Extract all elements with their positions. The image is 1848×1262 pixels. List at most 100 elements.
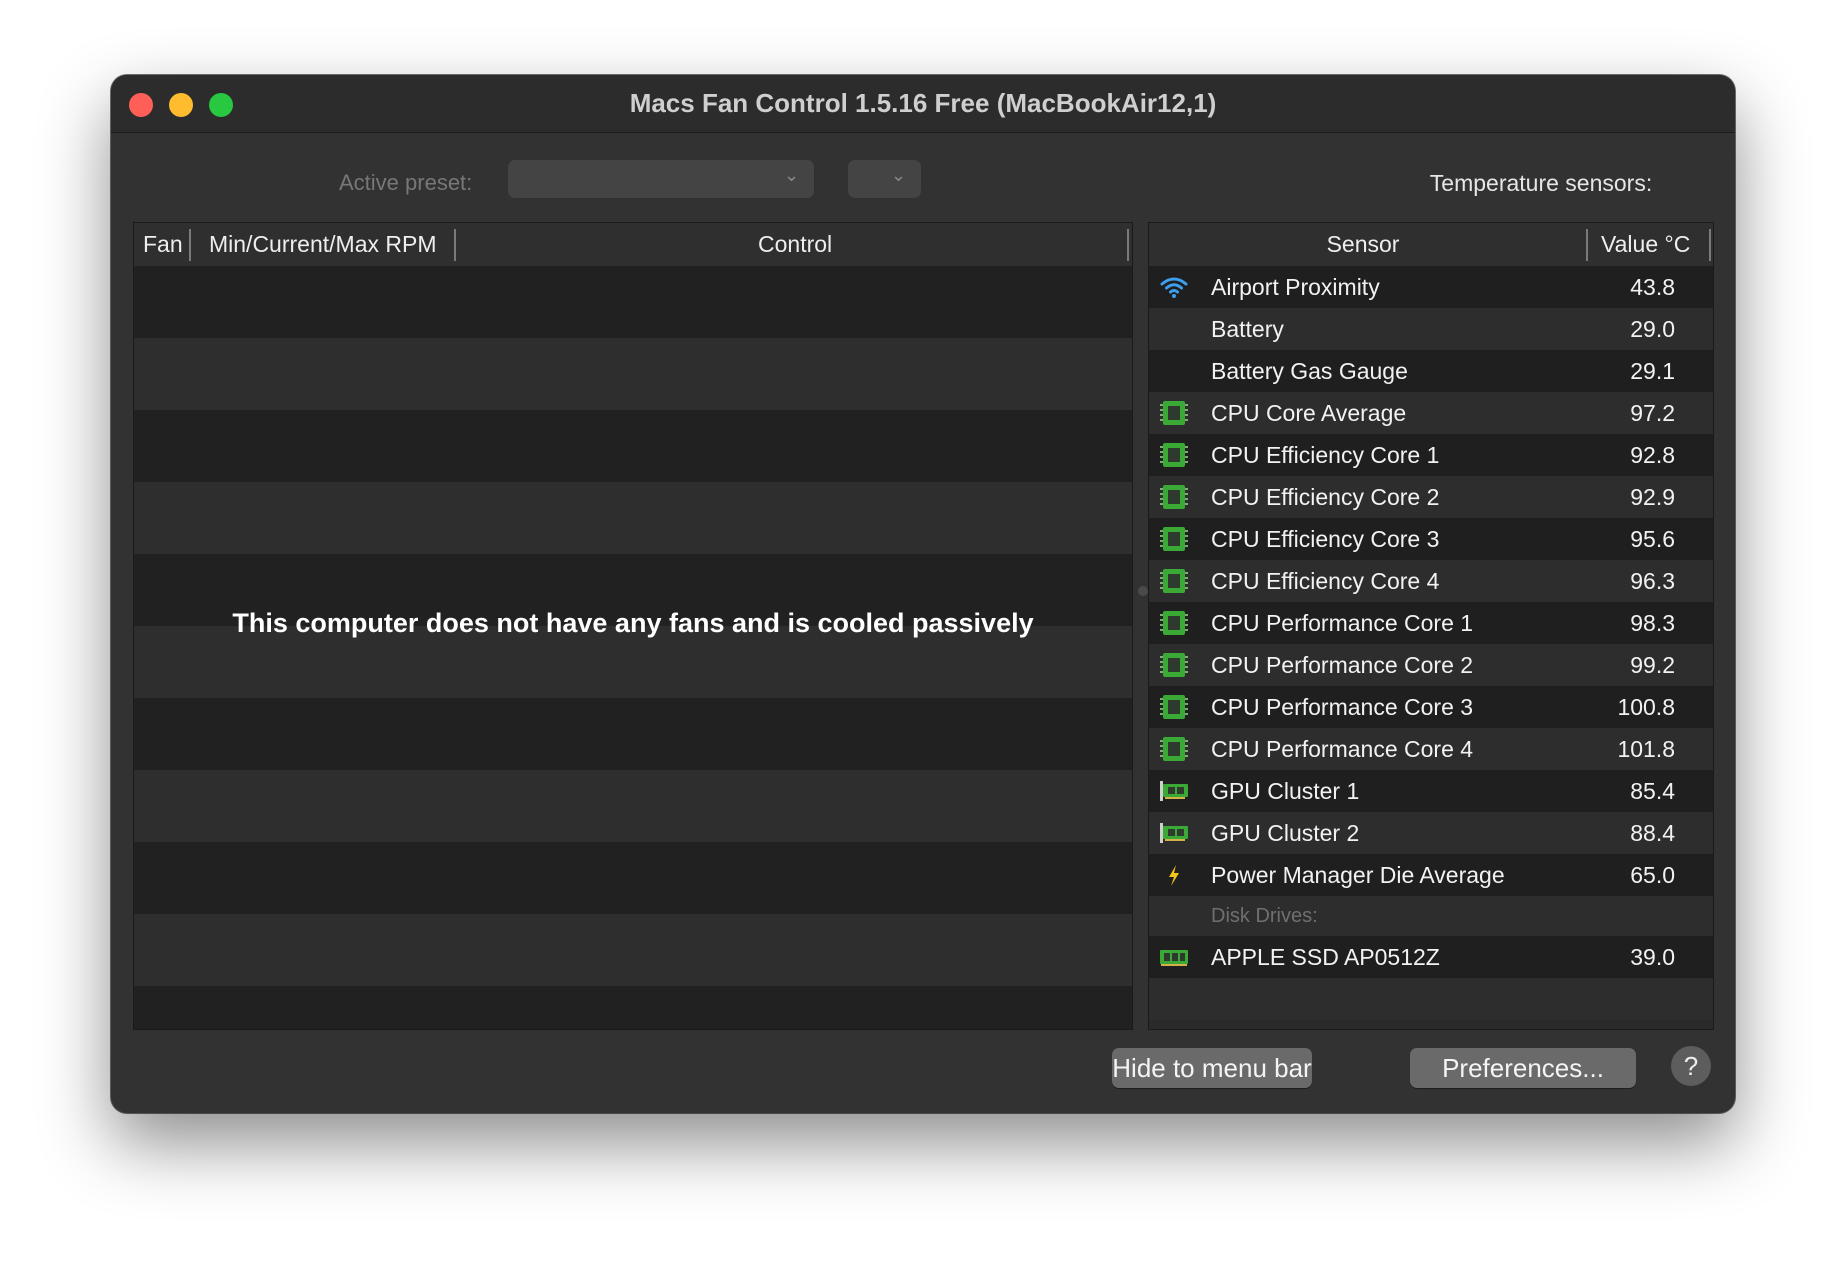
preset-actions-select[interactable]: ⌄ bbox=[848, 160, 921, 198]
sensor-value: 85.4 bbox=[1630, 778, 1675, 804]
temperature-sensors-caption: Temperature sensors: bbox=[1429, 170, 1653, 196]
column-header-rpm[interactable]: Min/Current/Max RPM bbox=[209, 231, 436, 258]
cpu-chip-icon bbox=[1159, 483, 1189, 511]
cpu-chip-icon bbox=[1159, 441, 1189, 469]
sensor-value: 98.3 bbox=[1630, 610, 1675, 636]
sensor-row[interactable]: APPLE SSD AP0512Z 39.0 bbox=[1149, 936, 1713, 978]
fan-table-row bbox=[134, 266, 1132, 338]
sensor-row[interactable]: Battery Gas Gauge 29.1 bbox=[1149, 350, 1713, 392]
sensor-value: 92.9 bbox=[1630, 484, 1675, 510]
gpu-card-icon bbox=[1159, 777, 1189, 805]
sensor-row[interactable]: CPU Performance Core 2 99.2 bbox=[1149, 644, 1713, 686]
sensor-value: 92.8 bbox=[1630, 442, 1675, 468]
column-divider[interactable] bbox=[1709, 229, 1711, 261]
sensor-row[interactable]: GPU Cluster 1 85.4 bbox=[1149, 770, 1713, 812]
wifi-icon bbox=[1159, 273, 1189, 301]
cpu-chip-icon bbox=[1159, 399, 1189, 427]
sensor-name: CPU Performance Core 4 bbox=[1211, 736, 1474, 762]
disk-drives-label: Disk Drives: bbox=[1211, 905, 1318, 927]
sensor-row[interactable]: Airport Proximity 43.8 bbox=[1149, 266, 1713, 308]
fan-table: Fan Min/Current/Max RPM Control This com… bbox=[133, 222, 1133, 1030]
sensor-value: 29.0 bbox=[1630, 316, 1675, 342]
cpu-chip-icon bbox=[1159, 567, 1189, 595]
sensor-name: Power Manager Die Average bbox=[1211, 862, 1505, 888]
active-preset-select[interactable]: ⌄ bbox=[508, 160, 814, 198]
sensor-row[interactable]: CPU Performance Core 3 100.8 bbox=[1149, 686, 1713, 728]
sensor-row[interactable]: CPU Efficiency Core 2 92.9 bbox=[1149, 476, 1713, 518]
sensor-value: 65.0 bbox=[1630, 862, 1675, 888]
no-fans-message: This computer does not have any fans and… bbox=[232, 608, 1034, 638]
cpu-chip-icon bbox=[1159, 651, 1189, 679]
ssd-drive-icon bbox=[1159, 943, 1189, 971]
sensor-name: CPU Core Average bbox=[1211, 400, 1407, 426]
chevron-down-icon: ⌄ bbox=[784, 165, 800, 185]
preferences-button[interactable]: Preferences... bbox=[1410, 1048, 1636, 1088]
sensor-name: APPLE SSD AP0512Z bbox=[1211, 944, 1440, 970]
fan-table-header: Fan Min/Current/Max RPM Control bbox=[134, 223, 1132, 267]
sensor-name: GPU Cluster 1 bbox=[1211, 778, 1360, 804]
chevron-down-icon: ⌄ bbox=[891, 165, 907, 185]
column-divider[interactable] bbox=[1127, 229, 1129, 261]
sensor-row[interactable]: CPU Performance Core 1 98.3 bbox=[1149, 602, 1713, 644]
cpu-chip-icon bbox=[1159, 693, 1189, 721]
cpu-chip-icon bbox=[1159, 609, 1189, 637]
fan-table-row bbox=[134, 770, 1132, 842]
sensor-row[interactable]: CPU Efficiency Core 1 92.8 bbox=[1149, 434, 1713, 476]
sensor-value: 88.4 bbox=[1630, 820, 1675, 846]
fan-table-body bbox=[134, 266, 1132, 1029]
column-header-fan[interactable]: Fan bbox=[143, 231, 183, 258]
sensor-name: GPU Cluster 2 bbox=[1211, 820, 1360, 846]
sensor-value: 100.8 bbox=[1617, 694, 1675, 720]
sensor-list: Airport Proximity 43.8 Battery 29.0 Battery … bbox=[1149, 266, 1713, 1020]
sensor-row-empty bbox=[1149, 978, 1713, 1020]
sensor-name: CPU Efficiency Core 4 bbox=[1211, 568, 1440, 594]
sensor-name: CPU Performance Core 2 bbox=[1211, 652, 1474, 678]
fan-table-row bbox=[134, 698, 1132, 770]
fan-table-row bbox=[134, 338, 1132, 410]
app-window: Macs Fan Control 1.5.16 Free (MacBookAir… bbox=[111, 75, 1735, 1113]
window-title: Macs Fan Control 1.5.16 Free (MacBookAir… bbox=[629, 88, 1217, 118]
sensor-row[interactable]: CPU Efficiency Core 3 95.6 bbox=[1149, 518, 1713, 560]
column-header-value[interactable]: Value °C bbox=[1601, 231, 1690, 258]
sensor-row[interactable]: Battery 29.0 bbox=[1149, 308, 1713, 350]
sensor-table: Sensor Value °C Airport Proximity 43.8 Bat… bbox=[1148, 222, 1714, 1030]
hide-to-menu-bar-button[interactable]: Hide to menu bar bbox=[1112, 1048, 1312, 1088]
active-preset-label: Active preset: bbox=[339, 170, 473, 195]
sensor-name: Battery Gas Gauge bbox=[1211, 358, 1408, 384]
gpu-card-icon bbox=[1159, 819, 1189, 847]
sensor-value: 95.6 bbox=[1630, 526, 1675, 552]
sensor-value: 97.2 bbox=[1630, 400, 1675, 426]
sensor-value: 96.3 bbox=[1630, 568, 1675, 594]
help-button[interactable]: ? bbox=[1671, 1046, 1711, 1086]
sensor-value: 39.0 bbox=[1630, 944, 1675, 970]
fan-table-row bbox=[134, 410, 1132, 482]
sensor-row[interactable]: GPU Cluster 2 88.4 bbox=[1149, 812, 1713, 854]
sensor-row[interactable]: CPU Efficiency Core 4 96.3 bbox=[1149, 560, 1713, 602]
fan-table-row bbox=[134, 986, 1132, 1029]
sensor-name: Airport Proximity bbox=[1211, 274, 1380, 300]
sensor-table-header: Sensor Value °C bbox=[1149, 223, 1713, 267]
pane-splitter-handle[interactable] bbox=[1138, 586, 1148, 596]
sensor-value: 101.8 bbox=[1617, 736, 1675, 762]
sensor-name: CPU Efficiency Core 3 bbox=[1211, 526, 1440, 552]
sensor-name: Battery bbox=[1211, 316, 1284, 342]
sensor-row[interactable]: Power Manager Die Average 65.0 bbox=[1149, 854, 1713, 896]
sensor-value: 99.2 bbox=[1630, 652, 1675, 678]
disk-drives-section: Disk Drives: bbox=[1149, 896, 1713, 936]
cpu-chip-icon bbox=[1159, 525, 1189, 553]
column-header-control[interactable]: Control bbox=[758, 231, 832, 258]
column-divider[interactable] bbox=[1586, 229, 1588, 261]
sensor-name: CPU Efficiency Core 2 bbox=[1211, 484, 1440, 510]
sensor-row[interactable]: CPU Core Average 97.2 bbox=[1149, 392, 1713, 434]
lightning-icon bbox=[1159, 861, 1189, 889]
column-divider[interactable] bbox=[189, 229, 191, 261]
sensor-name: CPU Efficiency Core 1 bbox=[1211, 442, 1440, 468]
sensor-row[interactable]: CPU Performance Core 4 101.8 bbox=[1149, 728, 1713, 770]
fan-table-row bbox=[134, 914, 1132, 986]
cpu-chip-icon bbox=[1159, 735, 1189, 763]
column-header-sensor[interactable]: Sensor bbox=[1149, 231, 1577, 258]
column-divider[interactable] bbox=[454, 229, 456, 261]
sensor-name: CPU Performance Core 1 bbox=[1211, 610, 1474, 636]
sensor-value: 29.1 bbox=[1630, 358, 1675, 384]
title-bar[interactable]: Macs Fan Control 1.5.16 Free (MacBookAir… bbox=[111, 75, 1735, 133]
